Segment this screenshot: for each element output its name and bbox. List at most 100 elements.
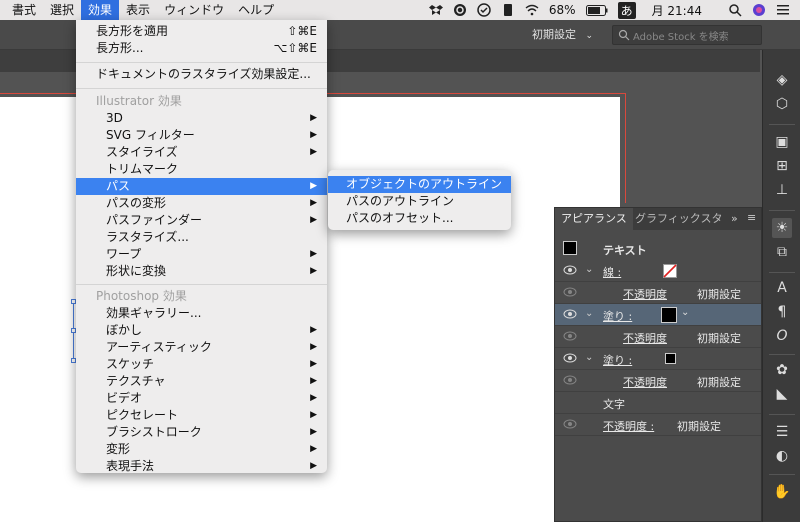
- submenu-item-outline-object[interactable]: オブジェクトのアウトライン: [328, 176, 511, 193]
- menu-item-brush-strokes[interactable]: ブラシストローク ▶: [76, 424, 327, 441]
- submenu-arrow-icon: ▶: [310, 130, 317, 140]
- puppet-warp-icon[interactable]: ✋: [772, 482, 792, 502]
- fill-color-swatch[interactable]: [661, 307, 677, 323]
- submenu-arrow-icon: ▶: [310, 215, 317, 225]
- transform-icon[interactable]: ⊞: [772, 156, 792, 176]
- 3d-icon[interactable]: ⬡: [772, 94, 792, 114]
- tab-graphic-styles[interactable]: グラフィックスタ: [629, 208, 728, 230]
- appearance-icon[interactable]: ☀: [772, 218, 792, 238]
- menu-item-label: ぼかし: [106, 323, 143, 337]
- eye-icon[interactable]: [563, 287, 577, 297]
- eye-icon[interactable]: [563, 331, 577, 341]
- chevron-down-icon[interactable]: ⌄: [585, 308, 593, 319]
- layers-icon[interactable]: ◈: [772, 70, 792, 90]
- character-icon[interactable]: A: [772, 278, 792, 298]
- eye-icon[interactable]: [563, 309, 577, 319]
- opacity-label[interactable]: 不透明度 :: [603, 418, 654, 434]
- graphic-styles-icon[interactable]: ⧉: [772, 242, 792, 262]
- appearance-header-row[interactable]: テキスト: [555, 238, 761, 260]
- workspace-switcher[interactable]: 初期設定 ⌄: [532, 26, 593, 42]
- stroke-row[interactable]: ⌄ 線 :: [555, 260, 761, 282]
- stroke-none-swatch[interactable]: [663, 264, 677, 278]
- fill-row-selected[interactable]: ⌄ 塗り : ⌄: [555, 304, 761, 326]
- menu-item-pathfinder[interactable]: パスファインダー ▶: [76, 212, 327, 229]
- menu-item-pixelate[interactable]: ピクセレート ▶: [76, 407, 327, 424]
- dropbox-icon[interactable]: [428, 3, 443, 17]
- paragraph-icon[interactable]: ¶: [772, 302, 792, 322]
- transparency-icon[interactable]: ◐: [772, 446, 792, 466]
- opentype-icon[interactable]: O: [772, 326, 792, 346]
- gradient-icon[interactable]: ◣: [772, 384, 792, 404]
- menu-type[interactable]: 書式: [5, 0, 43, 20]
- object-opacity-row[interactable]: 不透明度 : 初期設定: [555, 414, 761, 436]
- opacity-label[interactable]: 不透明度: [623, 286, 667, 302]
- eye-icon[interactable]: [563, 265, 577, 275]
- menubar: 書式 選択 効果 表示 ウィンドウ ヘルプ 68% あ 月 21:44: [0, 0, 800, 20]
- fill-color-swatch[interactable]: [665, 353, 676, 364]
- eye-icon[interactable]: [563, 353, 577, 363]
- submenu-item-outline-stroke[interactable]: パスのアウトライン: [328, 193, 511, 210]
- menu-select[interactable]: 選択: [43, 0, 81, 20]
- color-guide-icon[interactable]: ✿: [772, 360, 792, 380]
- fill2-opacity-row[interactable]: 不透明度 初期設定: [555, 370, 761, 392]
- fill-opacity-row[interactable]: 不透明度 初期設定: [555, 326, 761, 348]
- submenu-item-offset-path[interactable]: パスのオフセット...: [328, 210, 511, 227]
- menu-item-label: 表現手法: [106, 459, 155, 473]
- notification-center-icon[interactable]: [776, 3, 790, 17]
- eye-icon[interactable]: [563, 419, 577, 429]
- menu-item-distort-transform[interactable]: パスの変形 ▶: [76, 195, 327, 212]
- align-icon[interactable]: ⊥: [772, 180, 792, 200]
- clock[interactable]: 月 21:44: [652, 2, 702, 19]
- opacity-label[interactable]: 不透明度: [623, 330, 667, 346]
- fill-label[interactable]: 塗り :: [603, 308, 632, 324]
- menu-item-warp[interactable]: ワープ ▶: [76, 246, 327, 263]
- creative-cloud-icon[interactable]: [453, 3, 467, 17]
- panel-menu-icon[interactable]: ≡: [747, 211, 756, 224]
- spotlight-search-icon[interactable]: [728, 3, 742, 17]
- input-mode-indicator[interactable]: あ: [617, 1, 636, 19]
- menu-item-texture[interactable]: テクスチャ ▶: [76, 373, 327, 390]
- menu-item-3d[interactable]: 3D ▶: [76, 110, 327, 127]
- menu-item-convert-to-shape[interactable]: 形状に変換 ▶: [76, 263, 327, 280]
- menu-item-effect-gallery[interactable]: 効果ギャラリー...: [76, 305, 327, 322]
- sync-icon[interactable]: [477, 3, 491, 17]
- chevron-down-icon[interactable]: ⌄: [585, 264, 593, 275]
- evernote-icon[interactable]: [501, 3, 515, 17]
- menu-item-stylize[interactable]: スタイライズ ▶: [76, 144, 327, 161]
- stroke-label[interactable]: 線 :: [603, 264, 621, 280]
- menu-help[interactable]: ヘルプ: [231, 0, 281, 20]
- siri-icon[interactable]: [752, 3, 766, 17]
- menu-effect[interactable]: 効果: [81, 0, 120, 20]
- double-chevron-icon[interactable]: »: [731, 212, 738, 225]
- adobe-stock-search[interactable]: Adobe Stock を検索: [612, 25, 762, 45]
- menu-item-artistic[interactable]: アーティスティック ▶: [76, 339, 327, 356]
- menu-item-blur[interactable]: ぼかし ▶: [76, 322, 327, 339]
- menu-item-path[interactable]: パス ▶: [76, 178, 327, 195]
- menu-item-distort[interactable]: 変形 ▶: [76, 441, 327, 458]
- chevron-down-icon[interactable]: ⌄: [681, 307, 689, 318]
- eye-icon[interactable]: [563, 375, 577, 385]
- menu-item-rasterize[interactable]: ラスタライズ...: [76, 229, 327, 246]
- menu-item-stylize-ps[interactable]: 表現手法 ▶: [76, 458, 327, 475]
- stroke-icon[interactable]: ☰: [772, 422, 792, 442]
- chevron-down-icon[interactable]: ⌄: [585, 352, 593, 363]
- characters-row[interactable]: 文字: [555, 392, 761, 414]
- tab-appearance[interactable]: アピアランス: [555, 208, 633, 230]
- menu-item-last-effect[interactable]: 長方形... ⌥⇧⌘E: [76, 40, 327, 57]
- wifi-icon[interactable]: [525, 3, 539, 17]
- menu-item-document-raster-settings[interactable]: ドキュメントのラスタライズ効果設定...: [76, 66, 327, 83]
- opacity-label[interactable]: 不透明度: [623, 374, 667, 390]
- menu-item-svg-filters[interactable]: SVG フィルター ▶: [76, 127, 327, 144]
- menu-window[interactable]: ウィンドウ: [157, 0, 231, 20]
- fill-row[interactable]: ⌄ 塗り :: [555, 348, 761, 370]
- fill-label[interactable]: 塗り :: [603, 352, 632, 368]
- menu-item-video[interactable]: ビデオ ▶: [76, 390, 327, 407]
- stroke-opacity-row[interactable]: 不透明度 初期設定: [555, 282, 761, 304]
- menu-item-sketch[interactable]: スケッチ ▶: [76, 356, 327, 373]
- battery-icon[interactable]: [585, 4, 608, 16]
- artboards-icon[interactable]: ▣: [772, 132, 792, 152]
- divider: [769, 354, 795, 355]
- menu-item-trim-marks[interactable]: トリムマーク: [76, 161, 327, 178]
- menu-item-apply-last-effect[interactable]: 長方形を適用 ⇧⌘E: [76, 23, 327, 40]
- menu-view[interactable]: 表示: [119, 0, 157, 20]
